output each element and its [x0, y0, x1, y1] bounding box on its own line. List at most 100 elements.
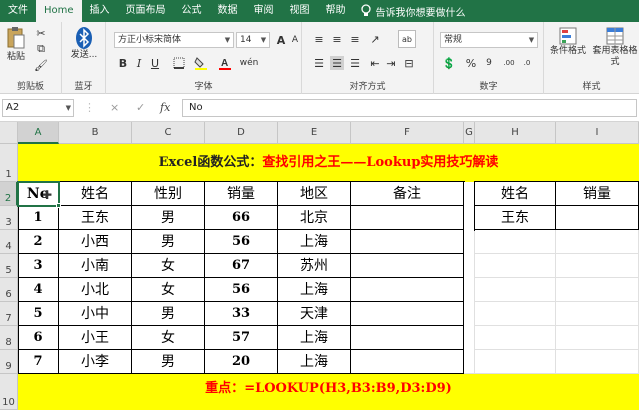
table-cell-region[interactable]: 北京 — [278, 206, 351, 230]
format-painter-icon[interactable]: 🖌 — [34, 58, 48, 72]
currency-icon[interactable]: 💲 — [442, 56, 456, 70]
border-icon[interactable] — [172, 56, 186, 70]
lookup-header-sales[interactable]: 销量 — [556, 182, 639, 206]
table-cell-name[interactable]: 王东 — [59, 206, 132, 230]
enter-icon[interactable]: ✓ — [136, 99, 145, 117]
table-cell-gender[interactable]: 女 — [132, 254, 205, 278]
header-gender[interactable]: 性别 — [132, 182, 205, 206]
col-header-c[interactable]: C — [132, 122, 205, 144]
tab-review[interactable]: 审阅 — [246, 0, 282, 22]
row-header-6[interactable]: 6 — [0, 278, 18, 302]
header-region[interactable]: 地区 — [278, 182, 351, 206]
grid-cell[interactable] — [475, 254, 556, 278]
table-cell-name[interactable]: 小西 — [59, 230, 132, 254]
lookup-cell-sales[interactable] — [556, 206, 639, 230]
table-cell-no[interactable]: 1 — [18, 206, 59, 230]
wrap-text-icon[interactable]: ab — [398, 30, 416, 48]
table-cell-region[interactable]: 上海 — [278, 230, 351, 254]
tab-formulas[interactable]: 公式 — [174, 0, 210, 22]
table-cell-sales[interactable]: 67 — [205, 254, 278, 278]
format-as-table-button[interactable]: 套用表格格式 — [592, 26, 638, 68]
tab-data[interactable]: 数据 — [210, 0, 246, 22]
formula-note-banner[interactable]: 重点：=LOOKUP(H3,B3:B9,D3:D9) — [18, 374, 639, 410]
grid-cell[interactable] — [475, 278, 556, 302]
send-bluetooth-button[interactable]: 发送... — [68, 26, 100, 61]
paste-button[interactable]: 粘贴 — [4, 26, 28, 63]
header-sales[interactable]: 销量 — [205, 182, 278, 206]
italic-button[interactable]: I — [132, 56, 146, 70]
table-cell-remark[interactable] — [351, 230, 464, 254]
orientation-icon[interactable]: ↗ — [368, 32, 382, 46]
table-cell-sales[interactable]: 66 — [205, 206, 278, 230]
table-cell-sales[interactable]: 33 — [205, 302, 278, 326]
comma-button[interactable]: 9 — [482, 56, 496, 70]
table-cell-region[interactable]: 上海 — [278, 278, 351, 302]
table-cell-remark[interactable] — [351, 206, 464, 230]
table-cell-name[interactable]: 小南 — [59, 254, 132, 278]
row-header-10[interactable]: 10 — [0, 374, 18, 410]
table-cell-remark[interactable] — [351, 278, 464, 302]
row-header-5[interactable]: 5 — [0, 254, 18, 278]
table-cell-no[interactable]: 7 — [18, 350, 59, 374]
tab-page-layout[interactable]: 页面布局 — [118, 0, 174, 22]
insert-function-icon[interactable]: fx — [160, 99, 170, 117]
table-cell-sales[interactable]: 56 — [205, 230, 278, 254]
header-name[interactable]: 姓名 — [59, 182, 132, 206]
grid-cell[interactable] — [475, 230, 556, 254]
col-header-i[interactable]: I — [556, 122, 639, 144]
table-cell-gender[interactable]: 男 — [132, 302, 205, 326]
phonetic-icon[interactable]: wén — [240, 56, 259, 70]
table-cell-no[interactable]: 6 — [18, 326, 59, 350]
col-header-f[interactable]: F — [351, 122, 464, 144]
name-box[interactable]: A2 ▼ — [2, 99, 74, 117]
tab-insert[interactable]: 插入 — [82, 0, 118, 22]
cancel-icon[interactable]: × — [110, 99, 119, 117]
table-cell-name[interactable]: 小中 — [59, 302, 132, 326]
col-header-b[interactable]: B — [59, 122, 132, 144]
table-cell-no[interactable]: 4 — [18, 278, 59, 302]
align-middle-icon[interactable]: ≡ — [330, 32, 344, 46]
grid-cell[interactable] — [475, 302, 556, 326]
table-cell-region[interactable]: 上海 — [278, 326, 351, 350]
increase-indent-icon[interactable]: ⇥ — [384, 56, 398, 70]
table-cell-remark[interactable] — [351, 350, 464, 374]
grid-cell[interactable] — [556, 302, 639, 326]
table-cell-gender[interactable]: 男 — [132, 206, 205, 230]
col-header-a[interactable]: A — [18, 122, 59, 144]
title-banner[interactable]: Excel函数公式：查找引用之王——Lookup实用技巧解读 — [18, 144, 639, 182]
grid-cell[interactable] — [556, 230, 639, 254]
lookup-cell-name[interactable]: 王东 — [475, 206, 556, 230]
table-cell-sales[interactable]: 56 — [205, 278, 278, 302]
tab-help[interactable]: 帮助 — [318, 0, 354, 22]
table-cell-region[interactable]: 上海 — [278, 350, 351, 374]
table-cell-name[interactable]: 小北 — [59, 278, 132, 302]
decrease-decimal-icon[interactable]: .0 — [520, 56, 534, 70]
align-center-icon[interactable]: ☰ — [330, 56, 344, 70]
fill-color-icon[interactable] — [194, 56, 208, 70]
table-cell-no[interactable]: 5 — [18, 302, 59, 326]
table-cell-region[interactable]: 天津 — [278, 302, 351, 326]
font-color-icon[interactable]: A — [218, 56, 232, 70]
align-bottom-icon[interactable]: ≡ — [348, 32, 362, 46]
table-cell-remark[interactable] — [351, 326, 464, 350]
copy-icon[interactable]: ⧉ — [34, 42, 48, 56]
grid-cell[interactable] — [556, 278, 639, 302]
table-cell-sales[interactable]: 57 — [205, 326, 278, 350]
lookup-header-name[interactable]: 姓名 — [475, 182, 556, 206]
bold-button[interactable]: B — [116, 56, 130, 70]
col-header-d[interactable]: D — [205, 122, 278, 144]
decrease-indent-icon[interactable]: ⇤ — [368, 56, 382, 70]
align-top-icon[interactable]: ≡ — [312, 32, 326, 46]
grid-cell[interactable] — [556, 326, 639, 350]
grid-cell[interactable] — [475, 326, 556, 350]
row-header-7[interactable]: 7 — [0, 302, 18, 326]
percent-button[interactable]: % — [464, 56, 478, 70]
align-left-icon[interactable]: ☰ — [312, 56, 326, 70]
table-cell-sales[interactable]: 20 — [205, 350, 278, 374]
table-cell-gender[interactable]: 男 — [132, 350, 205, 374]
table-cell-name[interactable]: 小王 — [59, 326, 132, 350]
header-remark[interactable]: 备注 — [351, 182, 464, 206]
font-size-select[interactable]: 14 ▼ — [236, 32, 270, 48]
grow-font-icon[interactable]: A — [274, 33, 288, 47]
increase-decimal-icon[interactable]: .00 — [502, 56, 516, 70]
